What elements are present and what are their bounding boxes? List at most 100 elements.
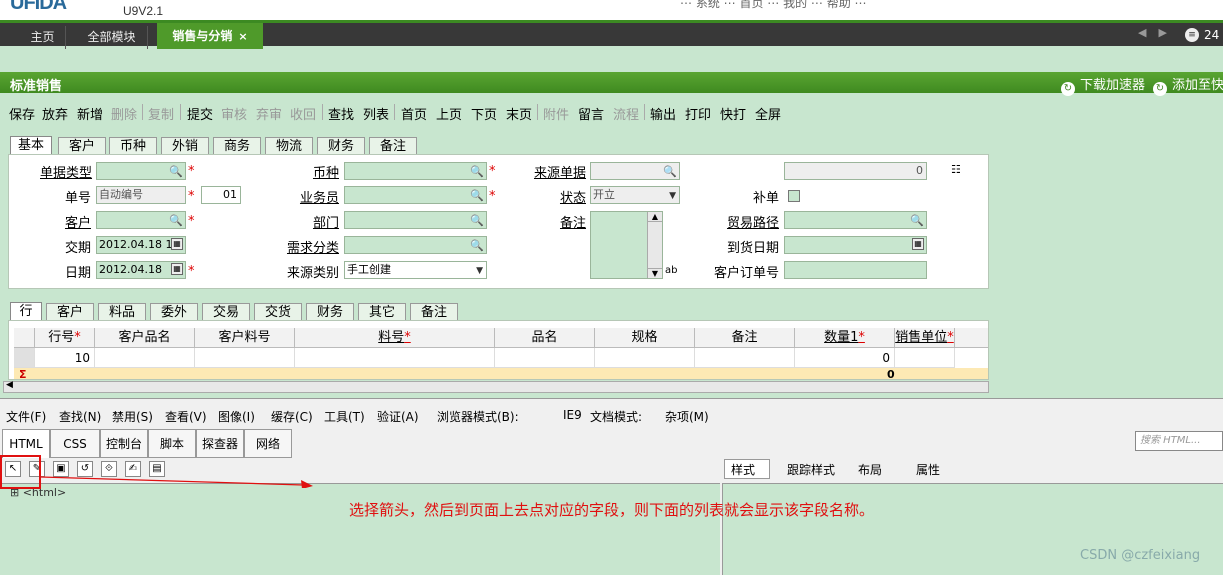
- currency-label[interactable]: 币种: [276, 162, 339, 181]
- trade-route-field[interactable]: 🔍: [784, 211, 927, 229]
- list-button[interactable]: 列表: [363, 104, 389, 123]
- quick-print-button[interactable]: 快打: [720, 104, 746, 123]
- unapprove-button[interactable]: 弃审: [256, 104, 282, 123]
- deliver-date-field[interactable]: 2012.04.18 15 ▦: [96, 236, 186, 254]
- save-icon[interactable]: ▣: [53, 461, 69, 477]
- workflow-button[interactable]: 流程: [613, 104, 639, 123]
- save-button[interactable]: 保存: [9, 104, 35, 123]
- next-page-button[interactable]: 下页: [471, 104, 497, 123]
- cell-spec[interactable]: [595, 348, 695, 368]
- department-field[interactable]: 🔍: [344, 211, 487, 229]
- recall-button[interactable]: 收回: [290, 104, 316, 123]
- last-page-button[interactable]: 末页: [506, 104, 532, 123]
- department-label[interactable]: 部门: [276, 212, 339, 231]
- devtab-css[interactable]: CSS: [50, 429, 100, 458]
- demand-category-field[interactable]: 🔍: [344, 236, 487, 254]
- col-header-sales-unit[interactable]: 销售单位*: [895, 328, 955, 348]
- settings-icon[interactable]: ☷: [951, 163, 961, 176]
- tab-basic[interactable]: 基本: [10, 136, 52, 156]
- salesman-field[interactable]: 🔍: [344, 186, 487, 204]
- menu-disable[interactable]: 禁用(S): [112, 408, 153, 425]
- chevron-down-icon[interactable]: ▼: [476, 263, 483, 278]
- tab-all-modules[interactable]: 全部模块: [76, 26, 148, 49]
- approve-button[interactable]: 审核: [221, 104, 247, 123]
- salesman-label[interactable]: 业务员: [276, 187, 339, 206]
- remark-scrollbar[interactable]: ▲ ▼: [647, 212, 662, 278]
- customer-order-field[interactable]: [784, 261, 927, 279]
- status-select[interactable]: 开立 ▼: [590, 186, 680, 204]
- arrival-date-field[interactable]: ▦: [784, 236, 927, 254]
- export-button[interactable]: 输出: [650, 104, 676, 123]
- tab-logistics[interactable]: 物流: [265, 137, 313, 155]
- document-mode-value[interactable]: 杂项(M): [665, 408, 709, 425]
- devtab-profiler[interactable]: 探查器: [196, 429, 244, 458]
- menu-find[interactable]: 查找(N): [59, 408, 101, 425]
- cell-remark[interactable]: [695, 348, 795, 368]
- scroll-left-icon[interactable]: ◀: [6, 380, 13, 390]
- tab-grid-remark[interactable]: 备注: [410, 303, 458, 321]
- prev-page-button[interactable]: 上页: [436, 104, 462, 123]
- cell-item-name[interactable]: [495, 348, 595, 368]
- tab-line[interactable]: 行: [10, 302, 42, 322]
- currency-field[interactable]: 🔍: [344, 162, 487, 180]
- download-accelerator-link[interactable]: ↻ 下载加速器: [1061, 74, 1145, 96]
- menu-file[interactable]: 文件(F): [6, 408, 46, 425]
- tab-trace-styles[interactable]: 跟踪样式: [787, 461, 835, 478]
- refresh-icon[interactable]: ↺: [77, 461, 93, 477]
- source-doc-field[interactable]: 🔍: [590, 162, 680, 180]
- search-icon[interactable]: 🔍: [910, 213, 924, 228]
- print-button[interactable]: 打印: [685, 104, 711, 123]
- tab-export[interactable]: 外销: [161, 137, 209, 155]
- chevron-down-icon[interactable]: ▼: [669, 188, 676, 203]
- edit-icon[interactable]: ✍: [125, 461, 141, 477]
- col-header-spec[interactable]: 规格: [595, 328, 695, 348]
- search-icon[interactable]: 🔍: [169, 213, 183, 228]
- customer-field[interactable]: 🔍: [96, 211, 186, 229]
- col-header-cust-item-no[interactable]: 客户料号: [195, 328, 295, 348]
- menu-browser-mode[interactable]: 浏览器模式(B):: [437, 408, 519, 425]
- col-header-item-name[interactable]: 品名: [495, 328, 595, 348]
- submit-button[interactable]: 提交: [187, 104, 213, 123]
- tab-styles[interactable]: 样式: [731, 461, 755, 478]
- source-doc-label[interactable]: 来源单据: [526, 162, 586, 181]
- tab-scroll-arrows[interactable]: ◀▶: [1138, 26, 1179, 39]
- search-icon[interactable]: 🔍: [663, 164, 677, 179]
- tab-remark[interactable]: 备注: [369, 137, 417, 155]
- devtab-console[interactable]: 控制台: [100, 429, 148, 458]
- menu-cache[interactable]: 缓存(C): [271, 408, 313, 425]
- calendar-icon[interactable]: ▦: [171, 263, 183, 275]
- word-wrap-icon[interactable]: ▤: [149, 461, 165, 477]
- tab-grid-finance[interactable]: 财务: [306, 303, 354, 321]
- search-icon[interactable]: 🔍: [470, 164, 484, 179]
- attachment-button[interactable]: 附件: [543, 104, 569, 123]
- tab-grid-item[interactable]: 料品: [98, 303, 146, 321]
- col-header-cust-item-name[interactable]: 客户品名: [95, 328, 195, 348]
- tab-home[interactable]: 主页: [20, 26, 66, 49]
- grid-h-scrollbar[interactable]: ◀: [3, 380, 989, 393]
- menu-view[interactable]: 查看(V): [165, 408, 207, 425]
- devtab-script[interactable]: 脚本: [148, 429, 196, 458]
- tab-grid-delivery[interactable]: 交货: [254, 303, 302, 321]
- tab-grid-outsource[interactable]: 委外: [150, 303, 198, 321]
- cell-cust-item-no[interactable]: [195, 348, 295, 368]
- doc-type-field[interactable]: 🔍: [96, 162, 186, 180]
- row-header[interactable]: [14, 348, 35, 368]
- remark-label[interactable]: 备注: [526, 212, 586, 231]
- tab-grid-customer[interactable]: 客户: [46, 303, 94, 321]
- new-button[interactable]: 新增: [77, 104, 103, 123]
- add-favorite-link[interactable]: ↻ 添加至快: [1153, 74, 1223, 96]
- trade-route-label[interactable]: 贸易路径: [708, 212, 779, 231]
- find-button[interactable]: 查找: [328, 104, 354, 123]
- devtab-network[interactable]: 网络: [244, 429, 292, 458]
- menu-images[interactable]: 图像(I): [218, 408, 255, 425]
- tab-customer[interactable]: 客户: [58, 137, 106, 155]
- menu-icon[interactable]: ≡: [1185, 28, 1199, 42]
- tab-attributes[interactable]: 属性: [916, 461, 940, 478]
- html-search-input[interactable]: 搜索 HTML...: [1135, 431, 1223, 451]
- browser-mode-value[interactable]: IE9: [563, 408, 582, 422]
- doc-no-field[interactable]: 自动编号: [96, 186, 186, 204]
- menu-document-mode[interactable]: 文档模式:: [590, 408, 642, 425]
- cell-sales-unit[interactable]: [895, 348, 955, 368]
- source-type-select[interactable]: 手工创建 ▼: [344, 261, 487, 279]
- search-icon[interactable]: 🔍: [470, 188, 484, 203]
